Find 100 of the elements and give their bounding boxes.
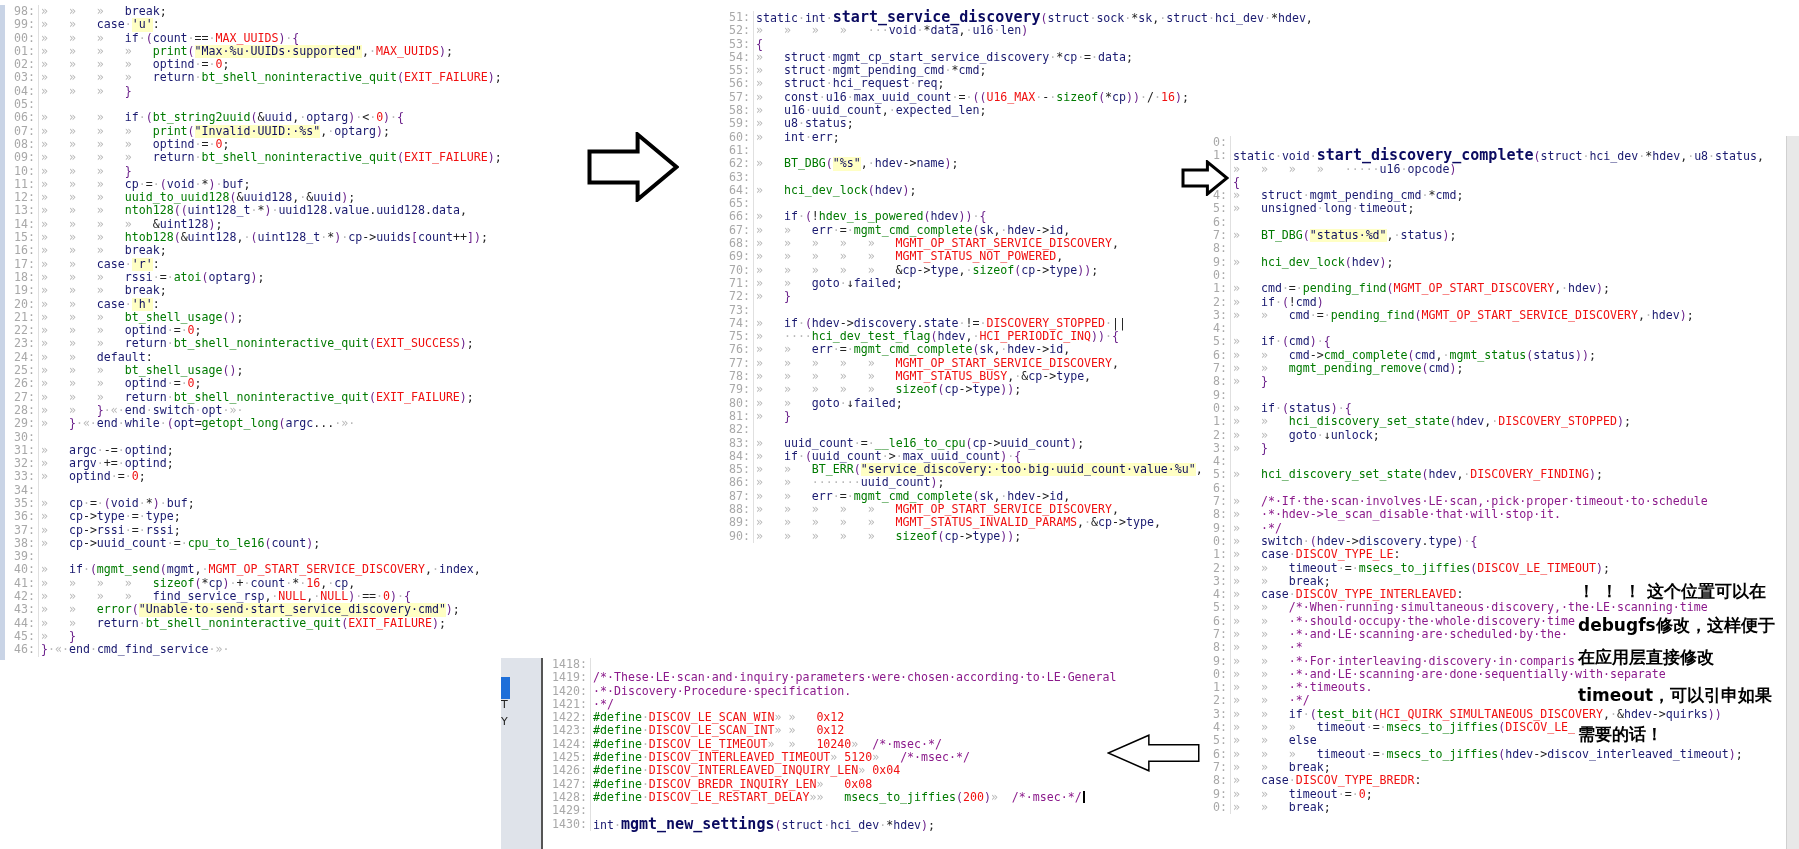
line-number: 40: bbox=[5, 563, 39, 577]
line-number: 85: bbox=[722, 463, 754, 477]
code-line: » hci_dev_lock(hdev); bbox=[1233, 255, 1394, 269]
line-number: 10: bbox=[5, 164, 39, 178]
code-line: » case·DISCOV_TYPE_LE: bbox=[1233, 548, 1401, 562]
line-number: 79: bbox=[722, 383, 754, 397]
line-number: 4: bbox=[1205, 588, 1231, 602]
line-number: 51: bbox=[722, 11, 754, 25]
code-line: » struct·mgmt_pending_cmd·*cmd; bbox=[756, 64, 987, 78]
code-line: » /*·If·the·scan·involves·LE·scan,·pick·proper·timeout·to·schedule bbox=[1233, 495, 1708, 509]
code-line: #define·DISCOV_LE_SCAN_WIN» » 0x12 bbox=[593, 711, 845, 725]
code-line: » if·(!hdev_is_powered(hdev))·{ bbox=[756, 210, 987, 224]
code-line: » » » » print("Max·%u·UUIDs·supported",·MAX_UUIDS); bbox=[41, 44, 453, 59]
annotation-line: ！ ！ ！ 这个位置可以在 bbox=[1578, 582, 1766, 601]
line-number: 28: bbox=[5, 403, 39, 418]
code-line: » » » » » sizeof(cp->type)); bbox=[756, 529, 1022, 543]
code-line: » » break; bbox=[1233, 574, 1331, 589]
scrollbar[interactable] bbox=[1786, 136, 1799, 849]
code-line: }·«·end·cmd_find_service·»· bbox=[41, 643, 230, 657]
line-number: 0: bbox=[1205, 800, 1231, 815]
line-number: 0: bbox=[1205, 534, 1231, 549]
code-line: » » » return·bt_shell_noninteractive_quit(EXIT_FAILURE); bbox=[41, 390, 474, 404]
line-number: 8: bbox=[1205, 641, 1231, 655]
line-number: 30: bbox=[5, 430, 39, 444]
line-number: 1: bbox=[1205, 415, 1231, 429]
code-line: » » err·=·mgmt_cmd_complete(sk,·hdev->id, bbox=[756, 223, 1071, 238]
line-number: 78: bbox=[722, 370, 754, 384]
line-number: 0: bbox=[1205, 136, 1231, 150]
line-number: 1: bbox=[1205, 681, 1231, 695]
code-line: » BT_DBG("status·%d",·status); bbox=[1233, 229, 1457, 243]
code-line: » » else bbox=[1233, 734, 1317, 748]
code-line: » » » ntoh128((uint128_t·*)·uuid128.value.uuid128.data, bbox=[41, 204, 467, 218]
code-line: » struct·mgmt_cp_start_service_discovery·*cp·=·data; bbox=[756, 50, 1133, 65]
line-number: 09: bbox=[5, 151, 39, 165]
line-number: 22: bbox=[5, 324, 39, 338]
line-number: 63: bbox=[722, 170, 754, 184]
line-number: 1418: bbox=[543, 658, 591, 672]
code-line: » » ·*·and·LE·scanning·are·done·sequentially·with·separate bbox=[1233, 667, 1666, 682]
code-line: #define·DISCOV_BREDR_INQUIRY_LEN» 0x08 bbox=[593, 777, 873, 791]
line-number: 6: bbox=[1205, 348, 1231, 363]
line-number: 33: bbox=[5, 470, 39, 484]
line-number: 60: bbox=[722, 130, 754, 144]
line-number: 6: bbox=[1205, 614, 1231, 628]
code-line: { bbox=[1233, 175, 1240, 190]
line-number: 0: bbox=[1205, 667, 1231, 682]
code-line: » if·(mgmt_send(mgmt,·MGMT_OP_START_SERVICE_DISCOVERY,·index, bbox=[41, 563, 481, 577]
code-line: » » » break; bbox=[41, 284, 167, 298]
code-line: » » » » return·bt_shell_noninteractive_quit(EXIT_FAILURE); bbox=[41, 151, 502, 165]
line-number: 3: bbox=[1205, 308, 1231, 323]
line-number: 87: bbox=[722, 489, 754, 503]
line-number: 76: bbox=[722, 343, 754, 357]
line-number: 57: bbox=[722, 90, 754, 105]
code-line: » cp->uuid_count·=·cpu_to_le16(count); bbox=[41, 536, 321, 551]
function-signature: static·int·start_service_discovery(struct·sock·*sk,·struct·hci_dev·*hdev, bbox=[756, 11, 1313, 25]
line-number: 03: bbox=[5, 71, 39, 85]
line-number: 29: bbox=[5, 417, 39, 431]
line-number: 7: bbox=[1205, 628, 1231, 642]
code-line: /*·These·LE·scan·and·inquiry·parameters·were·chosen·according·to·LE·General bbox=[593, 671, 1117, 685]
code-line: » » ·*/ bbox=[1233, 694, 1310, 708]
code-line: » }·«·end·while·(opt=getopt_long(argc...·»· bbox=[41, 417, 356, 431]
line-number: 14: bbox=[5, 217, 39, 232]
code-line: » » » optind·=·0; bbox=[41, 377, 202, 391]
code-line: » u16·uuid_count,·expected_len; bbox=[756, 104, 987, 118]
code-line: » » » » sizeof(*cp)·+·count·*·16,·cp, bbox=[41, 576, 356, 591]
code-line: » » goto·↓failed; bbox=[756, 396, 903, 410]
line-number: 32: bbox=[5, 457, 39, 471]
code-line: » » cmd->cmd_complete(cmd,·mgmt_status(status)); bbox=[1233, 348, 1597, 363]
line-number: 5: bbox=[1205, 468, 1231, 482]
line-number: 72: bbox=[722, 290, 754, 304]
code-line: » » » bt_shell_usage(); bbox=[41, 364, 244, 378]
line-number: 55: bbox=[722, 64, 754, 78]
line-number: 9: bbox=[1205, 388, 1231, 402]
code-line: » if·(cmd)·{ bbox=[1233, 335, 1331, 349]
code-line: » » » } bbox=[41, 84, 132, 99]
code-line: » » }·«·end·switch·opt·»· bbox=[41, 403, 244, 418]
code-line: » const·u16·max_uuid_count·=·((U16_MAX·-·sizeof(*cp))·/·16); bbox=[756, 90, 1189, 105]
annotation-line: 在应用层直接修改 bbox=[1578, 648, 1714, 667]
code-line: » } bbox=[1233, 375, 1268, 389]
line-number: 26: bbox=[5, 377, 39, 391]
line-number: 58: bbox=[722, 104, 754, 118]
line-number: 04: bbox=[5, 84, 39, 99]
line-number: 67: bbox=[722, 223, 754, 238]
line-number: 4: bbox=[1205, 322, 1231, 336]
line-number: 25: bbox=[5, 364, 39, 378]
line-number: 4: bbox=[1205, 455, 1231, 469]
line-number: 2: bbox=[1205, 694, 1231, 708]
line-number: 74: bbox=[722, 316, 754, 331]
line-number: 1423: bbox=[543, 724, 591, 738]
line-number: 7: bbox=[1205, 362, 1231, 376]
code-line: » if·(status)·{ bbox=[1233, 401, 1352, 416]
line-number: 9: bbox=[1205, 255, 1231, 269]
line-number: 13: bbox=[5, 204, 39, 218]
window-text: Y bbox=[501, 715, 508, 728]
line-number: 1427: bbox=[543, 777, 591, 791]
code-line: » if·(uuid_count·>·max_uuid_count)·{ bbox=[756, 449, 1022, 464]
code-line: #define·DISCOV_LE_SCAN_INT» » 0x12 bbox=[593, 724, 845, 738]
code-line: #define·DISCOV_LE_RESTART_DELAY»» msecs_to_jiffies(200)» /*·msec·*/ bbox=[593, 790, 1085, 805]
line-number: 00: bbox=[5, 31, 39, 45]
line-number: 34: bbox=[5, 483, 39, 497]
line-number: 53: bbox=[722, 37, 754, 51]
